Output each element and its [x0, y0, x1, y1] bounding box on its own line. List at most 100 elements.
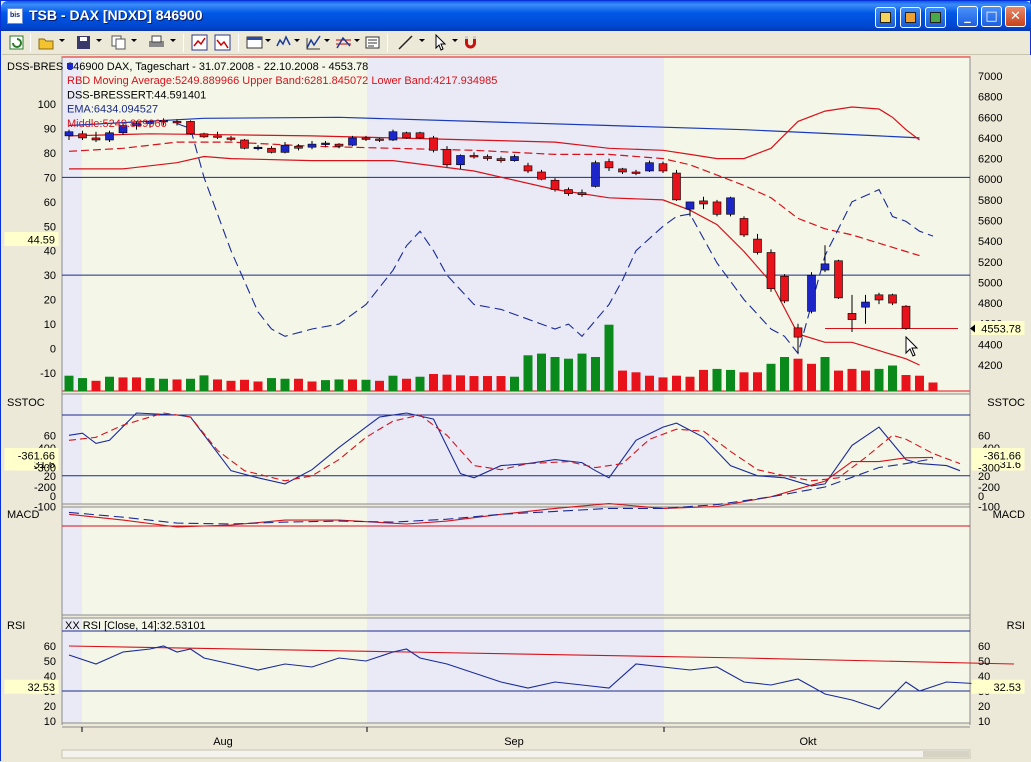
right-tick-label: 6800	[978, 92, 1002, 104]
candle-body	[874, 294, 884, 301]
shade-zone	[367, 394, 664, 504]
candle-body	[172, 121, 182, 124]
volume-bar	[618, 370, 627, 391]
time-axis-label: Sep	[504, 736, 524, 748]
candle-body	[604, 161, 614, 169]
candle-body	[321, 142, 330, 145]
rsi-current-left: 32.53	[27, 682, 55, 694]
panel-name: RSI	[7, 620, 25, 632]
left-tick-label: 20	[44, 295, 56, 307]
rsi-legend: XX RSI [Close, 14]:32.53101	[65, 620, 206, 632]
rsi-left-tick: 50	[44, 656, 56, 668]
left-tick-label: -10	[40, 368, 56, 380]
volume-bar	[294, 378, 303, 391]
volume-bar	[456, 375, 465, 391]
candle-body	[361, 137, 371, 140]
shade-zone	[82, 394, 367, 504]
candle-body	[712, 201, 722, 215]
candle-body	[456, 155, 465, 166]
scrollbar-thumb	[923, 751, 969, 757]
candle-body	[618, 168, 627, 173]
right-tick-label: 4400	[978, 339, 1002, 351]
volume-bar	[361, 379, 371, 391]
candle-body	[901, 305, 911, 329]
application-window: bis TSB - DAX [NDXD] 846900 _ □ ✕ 100 90…	[0, 0, 1031, 762]
volume-bar	[658, 377, 668, 391]
candle-body	[348, 137, 357, 146]
volume-bar	[159, 378, 168, 391]
candle-body	[591, 162, 600, 187]
volume-bar	[874, 368, 884, 391]
volume-bar	[915, 375, 924, 391]
volume-bar	[307, 381, 317, 391]
volume-bar	[901, 375, 911, 391]
volume-bar	[766, 363, 776, 391]
candle-body	[861, 301, 870, 308]
macd-current-right: -361.66	[984, 450, 1021, 462]
volume-bar	[105, 376, 114, 391]
candle-body	[375, 138, 384, 141]
volume-bar	[253, 381, 263, 391]
volume-bar	[334, 379, 344, 391]
chart-area[interactable]: 1009080706050403020100-10700068006600640…	[1, 1, 1031, 762]
volume-bar	[699, 369, 708, 391]
volume-bar	[132, 377, 141, 391]
candle-body	[91, 137, 101, 141]
right-tick-label: 4200	[978, 360, 1002, 372]
left-tick-label: 50	[44, 221, 56, 233]
shade-zone	[664, 507, 970, 615]
candle-body	[523, 165, 533, 172]
volume-bar	[78, 378, 87, 391]
right-tick-label: 6400	[978, 133, 1002, 145]
volume-bar	[510, 376, 519, 391]
right-tick-label: 6600	[978, 112, 1002, 124]
candle-body	[645, 162, 654, 172]
volume-bar	[496, 376, 506, 391]
shade-zone	[62, 507, 82, 615]
volume-bar	[672, 375, 681, 391]
volume-bar	[577, 353, 587, 391]
volume-bar	[820, 357, 830, 391]
volume-bar	[847, 368, 857, 391]
volume-bar	[523, 355, 533, 391]
volume-bar	[793, 358, 803, 391]
shade-zone	[367, 618, 664, 723]
volume-bar	[469, 376, 479, 391]
volume-bar	[375, 380, 384, 391]
volume-bar	[402, 378, 411, 391]
volume-bar	[118, 377, 128, 391]
candle-body	[294, 145, 303, 149]
shade-zone	[664, 618, 970, 723]
panel-name: DSS-BRES	[7, 61, 63, 73]
volume-bar	[186, 378, 195, 391]
candle-body	[240, 139, 249, 149]
right-tick-label: 5200	[978, 257, 1002, 269]
candle-body	[726, 197, 735, 215]
volume-bar	[739, 372, 749, 391]
candle-body	[510, 156, 519, 161]
right-tick-label: 5400	[978, 236, 1002, 248]
sstoc-right-tick: 60	[978, 430, 990, 442]
candle-body	[631, 171, 641, 174]
candle-body	[105, 132, 114, 141]
legend-line: RBD Moving Average:5249.889966 Upper Ban…	[67, 75, 497, 87]
macd-left-tick: -300	[34, 463, 56, 475]
sstoc-left-tick: 60	[44, 430, 56, 442]
candle-body	[658, 163, 668, 172]
time-axis-label: Aug	[213, 736, 233, 748]
candle-body	[307, 143, 317, 148]
candle-body	[685, 201, 695, 210]
left-tick-label: 0	[50, 344, 56, 356]
right-tick-label: 4800	[978, 298, 1002, 310]
macd-left-tick: -200	[34, 482, 56, 494]
left-tick-label: 30	[44, 270, 56, 282]
right-tick-label: 5800	[978, 195, 1002, 207]
macd-right-tick: -300	[978, 463, 1000, 475]
candle-body	[280, 144, 290, 153]
candle-body	[469, 155, 479, 158]
volume-bar	[240, 379, 249, 391]
rsi-current-right: 32.53	[993, 682, 1021, 694]
shade-zone	[82, 618, 367, 723]
rsi-left-tick: 10	[44, 716, 56, 728]
candle-body	[564, 189, 573, 194]
